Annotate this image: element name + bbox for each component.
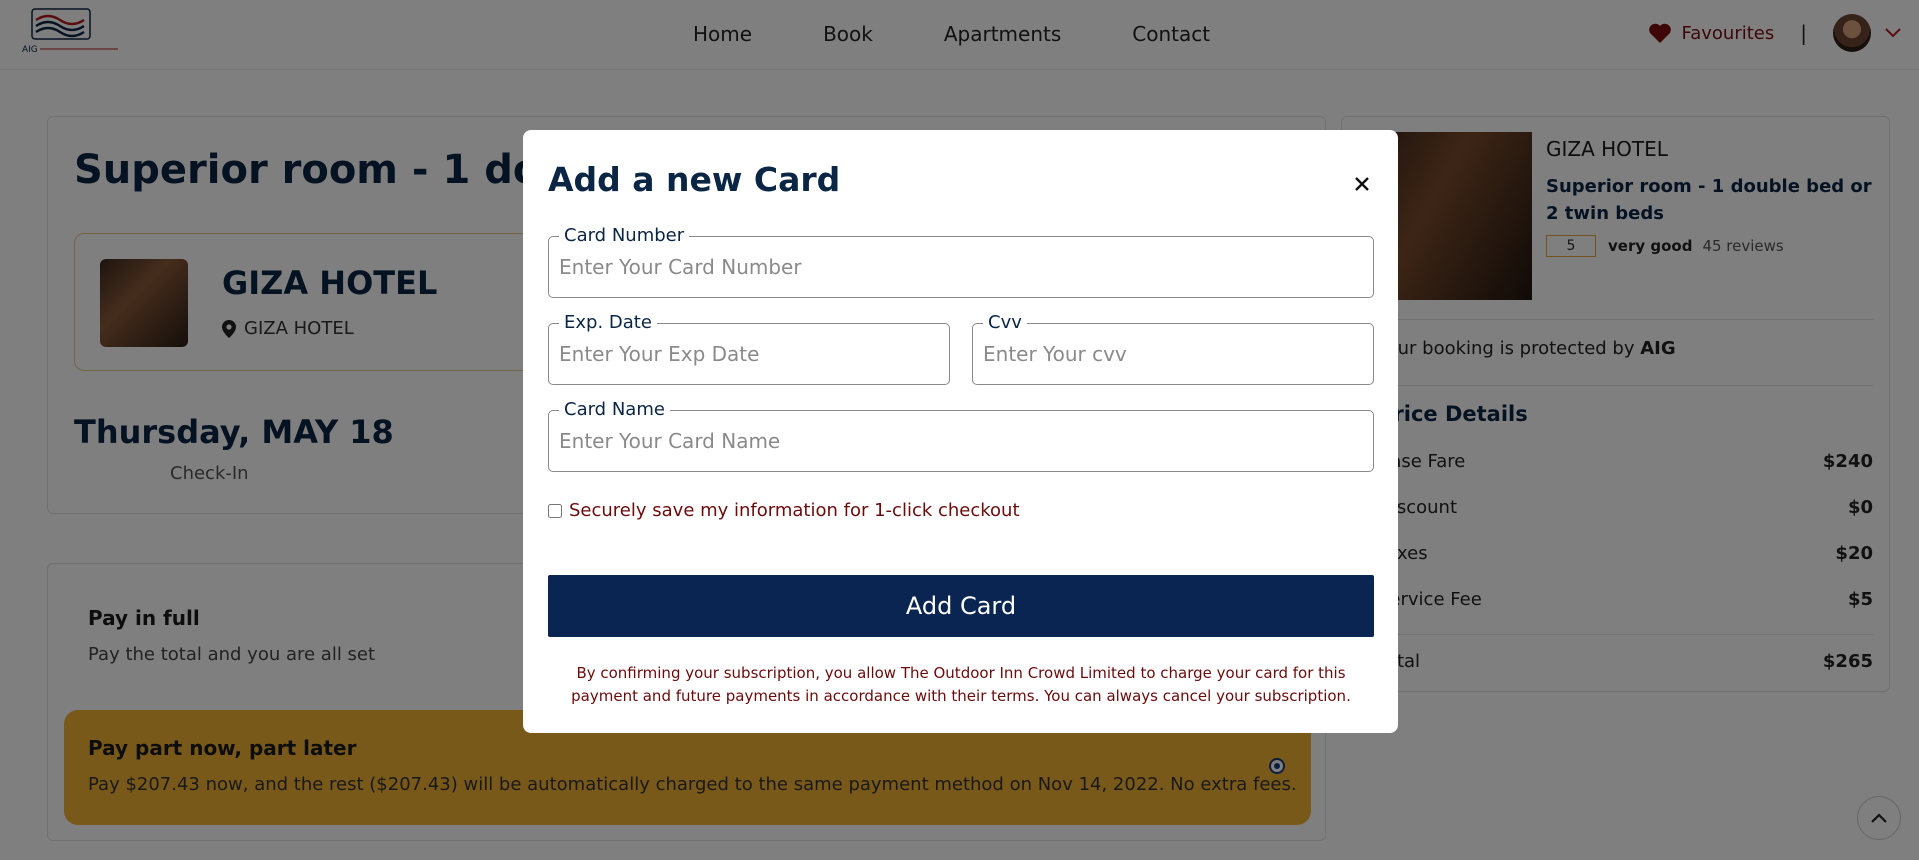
add-card-modal: Add a new Card Card Number Exp. Date Cvv…	[523, 130, 1398, 733]
exp-date-field: Exp. Date	[548, 312, 950, 385]
save-info-label: Securely save my information for 1-click…	[569, 500, 1020, 521]
save-info-option[interactable]: Securely save my information for 1-click…	[548, 500, 1020, 521]
cvv-input[interactable]	[983, 342, 1363, 366]
subscription-disclaimer: By confirming your subscription, you all…	[571, 664, 1351, 705]
card-name-input[interactable]	[559, 429, 1363, 453]
exp-date-label: Exp. Date	[559, 312, 657, 334]
card-number-label: Card Number	[559, 225, 690, 247]
cvv-field: Cvv	[972, 312, 1374, 385]
modal-title: Add a new Card	[548, 160, 841, 199]
close-button[interactable]	[1350, 172, 1374, 196]
close-icon	[1355, 177, 1369, 191]
card-number-input[interactable]	[559, 255, 1363, 279]
exp-date-input[interactable]	[559, 342, 939, 366]
card-number-field: Card Number	[548, 225, 1374, 298]
card-name-field: Card Name	[548, 399, 1374, 472]
card-name-label: Card Name	[559, 399, 670, 421]
add-card-button[interactable]: Add Card	[548, 575, 1374, 637]
cvv-label: Cvv	[983, 312, 1027, 334]
save-info-checkbox[interactable]	[548, 503, 562, 518]
